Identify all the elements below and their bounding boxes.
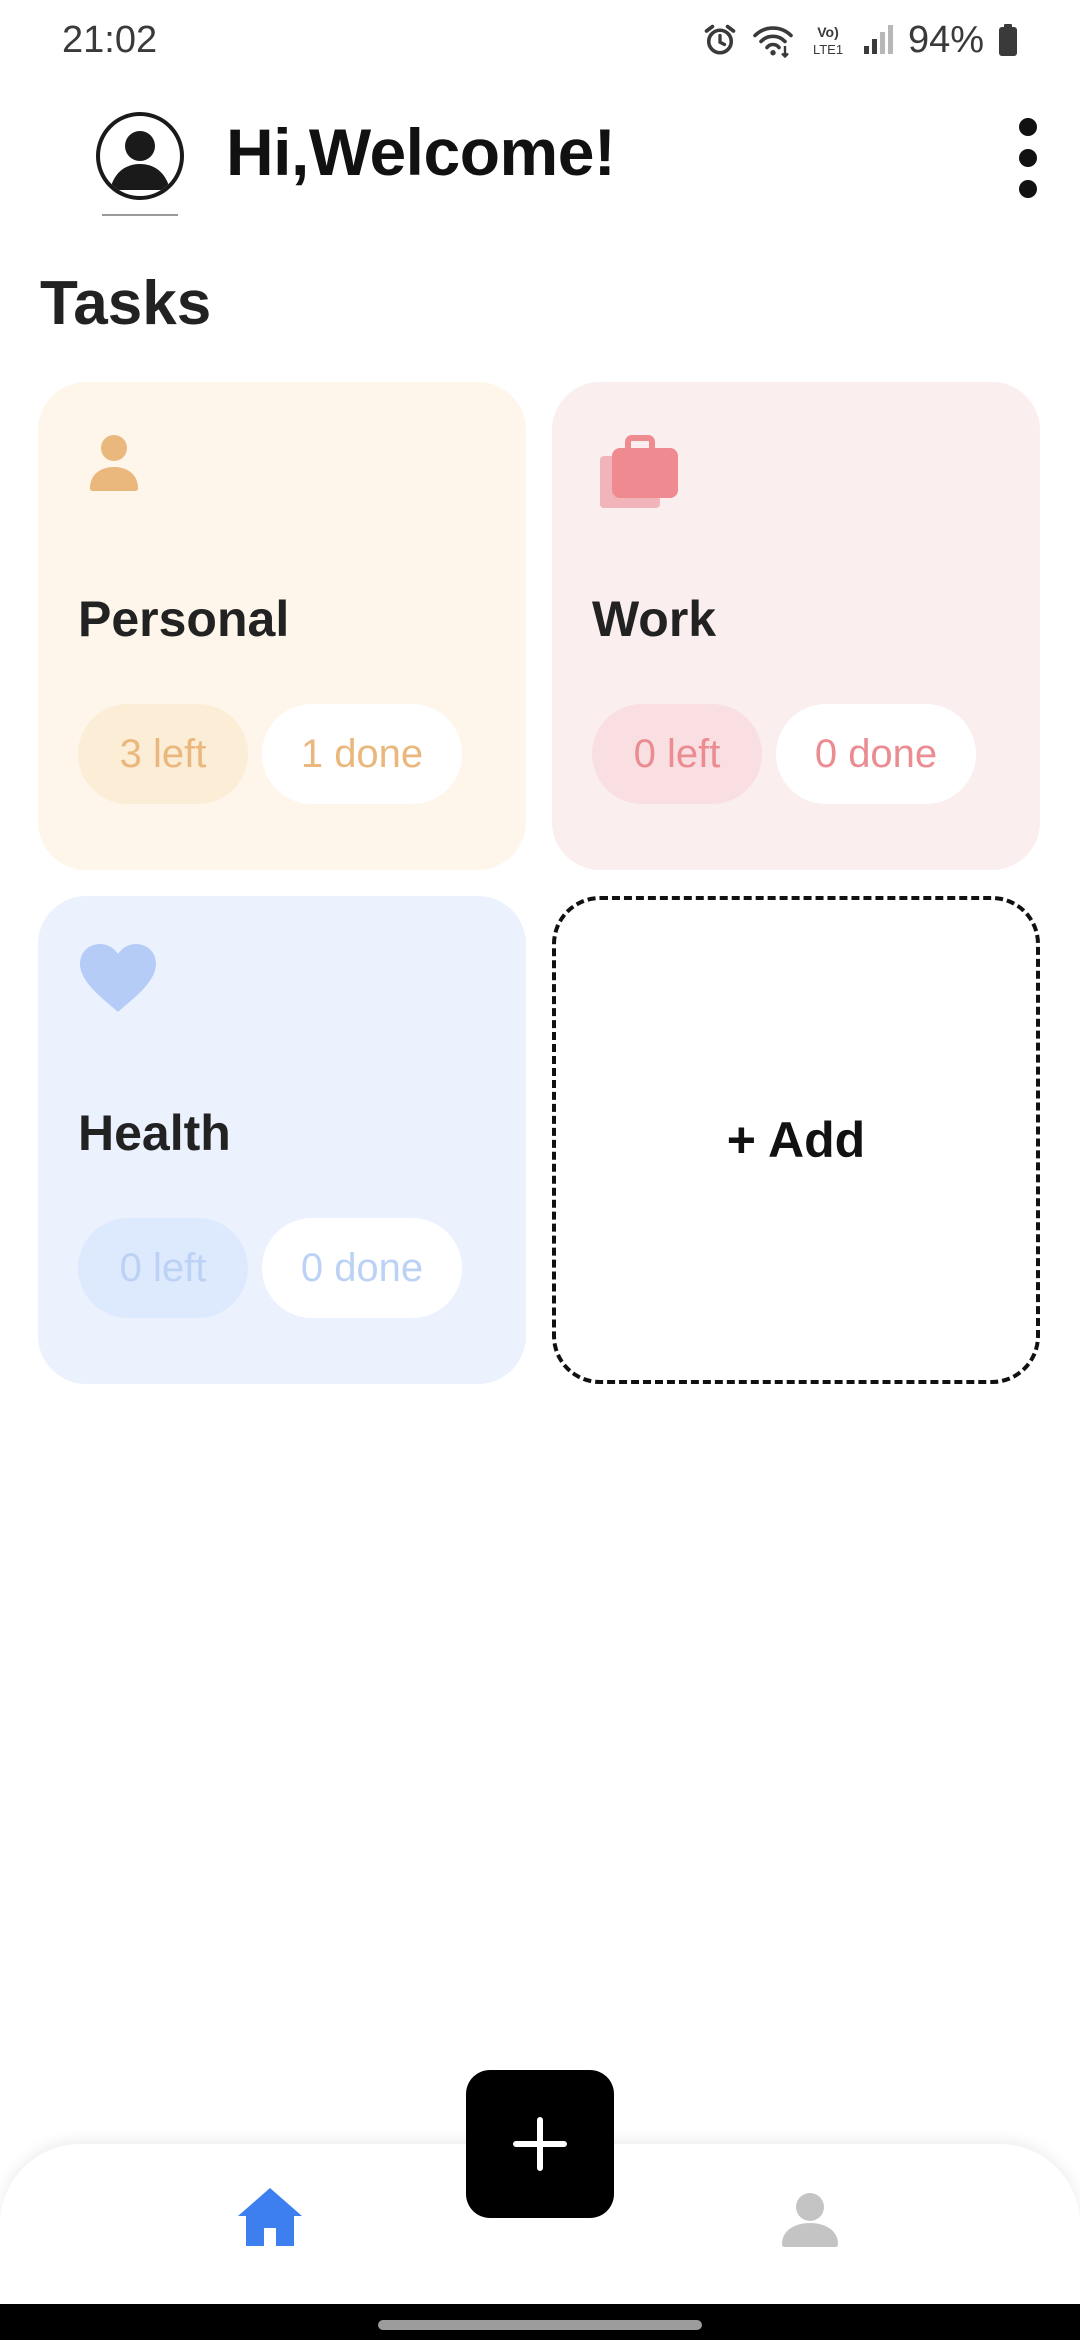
- heart-icon: [80, 944, 156, 1012]
- tasks-left-badge: 3 left: [78, 704, 248, 804]
- user-circle-icon: [110, 131, 170, 190]
- menu-dot: [1019, 180, 1037, 198]
- add-category-button[interactable]: + Add: [552, 896, 1040, 1384]
- more-vert-icon[interactable]: [1004, 112, 1052, 204]
- plus-icon: [513, 2117, 567, 2171]
- alarm-icon: [704, 24, 736, 55]
- category-card-work[interactable]: Work 0 left 0 done: [552, 382, 1040, 870]
- volte-label-bottom: LTE1: [813, 42, 843, 57]
- person-icon: [90, 435, 138, 491]
- add-category-label: + Add: [726, 1112, 866, 1168]
- tasks-left-badge: 0 left: [78, 1218, 248, 1318]
- gesture-handle[interactable]: [378, 2320, 702, 2330]
- tasks-home-screen: 21:02 Vo) LTE1 94% Hi,Welcome! Tasks Per…: [0, 0, 1080, 2340]
- greeting-title: Hi,Welcome!: [226, 115, 616, 189]
- tasks-done-badge: 0 done: [262, 1218, 462, 1318]
- system-gesture-bar: [0, 2304, 1080, 2340]
- avatar-underline: [102, 214, 178, 216]
- battery-percentage: 94%: [907, 18, 984, 61]
- volte-icon: Vo) LTE1: [813, 24, 843, 57]
- tasks-done-badge: 0 done: [776, 704, 976, 804]
- tasks-done-badge: 1 done: [262, 704, 462, 804]
- status-icons: Vo) LTE1 94%: [702, 19, 1018, 62]
- header: Hi,Welcome!: [0, 100, 1080, 220]
- add-task-button[interactable]: [466, 2070, 614, 2218]
- status-bar: 21:02 Vo) LTE1 94%: [0, 0, 1080, 80]
- menu-dot: [1019, 118, 1037, 136]
- volte-label-top: Vo): [817, 24, 839, 40]
- briefcase-icon: [600, 435, 678, 508]
- wifi-icon: [753, 26, 793, 58]
- avatar[interactable]: [96, 112, 184, 200]
- signal-icon: [863, 25, 893, 54]
- category-title: Personal: [78, 591, 290, 647]
- category-title: Work: [592, 591, 717, 647]
- menu-dot: [1019, 149, 1037, 167]
- section-title: Tasks: [40, 269, 212, 338]
- category-title: Health: [78, 1105, 231, 1161]
- category-card-health[interactable]: Health 0 left 0 done: [38, 896, 526, 1384]
- tasks-left-badge: 0 left: [592, 704, 762, 804]
- category-card-personal[interactable]: Personal 3 left 1 done: [38, 382, 526, 870]
- status-time: 21:02: [62, 18, 158, 61]
- battery-icon: [999, 24, 1017, 56]
- person-icon[interactable]: [778, 2190, 842, 2248]
- home-icon[interactable]: [236, 2186, 304, 2248]
